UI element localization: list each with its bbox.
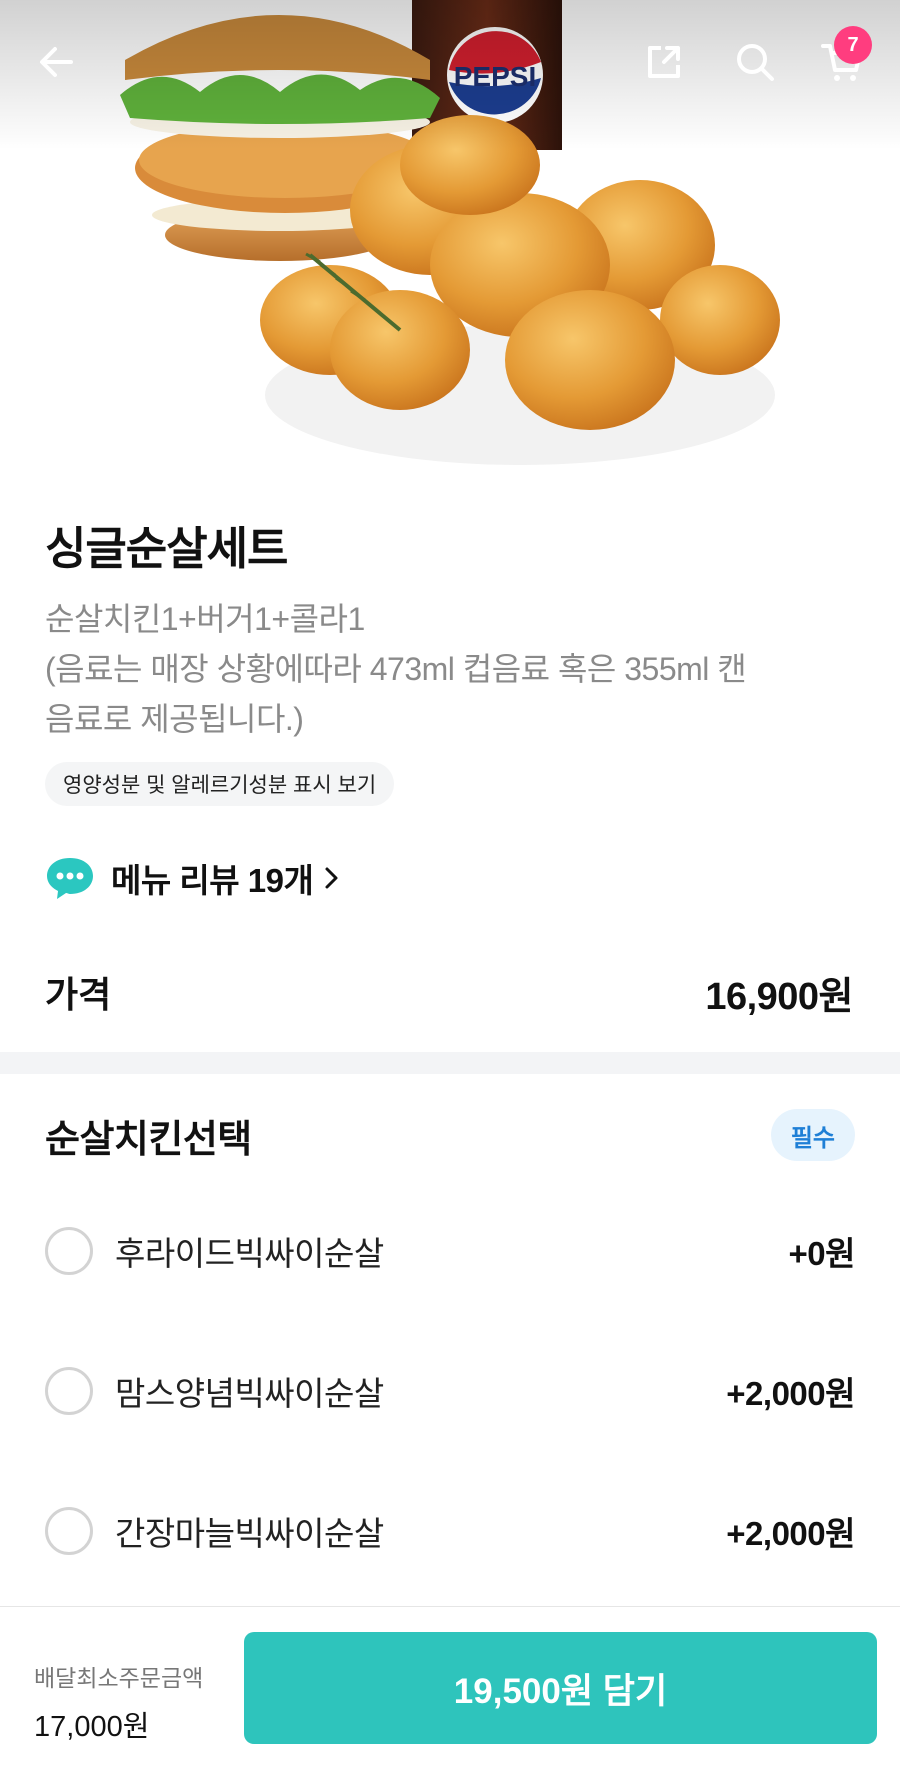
chevron-right-icon bbox=[325, 867, 338, 889]
menu-review-label: 메뉴 리뷰 19개 bbox=[111, 862, 314, 899]
bottom-order-bar: 배달최소주문금액 17,000원 19,500원 담기 bbox=[0, 1606, 900, 1767]
price-row: 가격 16,900원 bbox=[45, 962, 853, 1022]
price-label: 가격 bbox=[45, 974, 112, 1015]
arrow-left-icon bbox=[40, 47, 73, 77]
product-detail-page: PEPSI 7 싱글순살세트 순살치킨1+버거1+콜라1 (음료는 매장 상황에… bbox=[0, 0, 900, 1767]
required-badge: 필수 bbox=[770, 1109, 855, 1161]
option-name: 간장마늘빅싸이순살 bbox=[115, 1515, 384, 1552]
price-value: 16,900원 bbox=[705, 975, 853, 1018]
min-order-value: 17,000원 bbox=[34, 1711, 150, 1743]
share-button[interactable] bbox=[632, 30, 696, 94]
description-line: (음료는 매장 상황에따라 473ml 컵음료 혹은 355ml 캔 bbox=[45, 651, 747, 687]
product-hero-image: PEPSI 7 bbox=[0, 0, 900, 472]
option-name: 맘스양념빅싸이순살 bbox=[115, 1375, 384, 1412]
cart-count-badge: 7 bbox=[834, 26, 872, 64]
share-icon bbox=[648, 46, 680, 78]
description-line: 음료로 제공됩니다.) bbox=[45, 701, 304, 737]
min-order-label: 배달최소주문금액 bbox=[34, 1665, 204, 1691]
option-group-header: 순살치킨선택 필수 bbox=[45, 1108, 855, 1162]
option-item[interactable]: 간장마늘빅싸이순살 +2,000원 bbox=[45, 1501, 855, 1561]
search-icon bbox=[737, 44, 774, 81]
radio-button[interactable] bbox=[45, 1227, 93, 1275]
description-line: 순살치킨1+버거1+콜라1 bbox=[45, 601, 365, 637]
speech-bubble-icon bbox=[47, 858, 93, 899]
search-button[interactable] bbox=[723, 30, 787, 94]
back-button[interactable] bbox=[24, 30, 88, 94]
radio-button[interactable] bbox=[45, 1367, 93, 1415]
add-to-cart-button[interactable]: 19,500원 담기 bbox=[244, 1632, 877, 1744]
section-divider bbox=[0, 1052, 900, 1074]
option-price: +2,000원 bbox=[726, 1375, 855, 1412]
pepsi-logo-text: PEPSI bbox=[454, 61, 536, 92]
menu-review-link[interactable]: 메뉴 리뷰 19개 bbox=[45, 850, 341, 906]
option-item[interactable]: 맘스양념빅싸이순살 +2,000원 bbox=[45, 1361, 855, 1421]
option-price: +0원 bbox=[788, 1235, 856, 1272]
option-group-title: 순살치킨선택 bbox=[45, 1118, 252, 1161]
nutrition-allergy-chip[interactable]: 영양성분 및 알레르기성분 표시 보기 bbox=[45, 762, 395, 806]
option-item[interactable]: 후라이드빅싸이순살 +0원 bbox=[45, 1221, 855, 1281]
product-description: 순살치킨1+버거1+콜라1 (음료는 매장 상황에따라 473ml 컵음료 혹은… bbox=[45, 594, 865, 744]
cart-button[interactable]: 7 bbox=[810, 26, 874, 94]
radio-button[interactable] bbox=[45, 1507, 93, 1555]
product-title: 싱글순살세트 bbox=[45, 523, 288, 574]
option-name: 후라이드빅싸이순살 bbox=[115, 1235, 384, 1272]
option-price: +2,000원 bbox=[726, 1515, 855, 1552]
